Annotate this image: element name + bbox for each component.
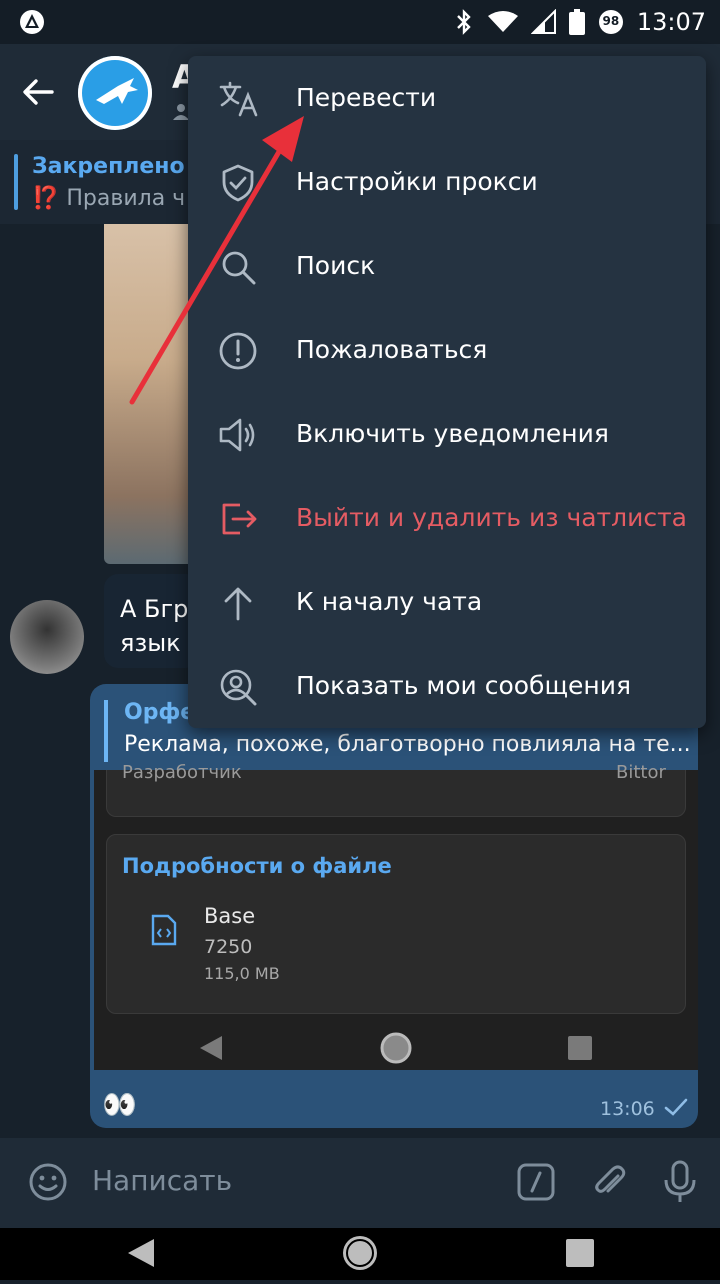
menu-item-label: К началу чата [296,587,483,616]
reply-author[interactable]: Орфе [124,700,195,725]
battery-icon [568,9,585,35]
jet-logo-icon [96,78,138,104]
code-file-icon [151,914,177,946]
pinned-accent-bar [14,154,18,210]
chat-avatar[interactable] [78,56,152,130]
pinned-text: ⁉️ Правила ч [32,186,186,211]
photo-message[interactable] [104,224,194,564]
status-time: 13:07 [636,8,706,36]
leave-icon [222,503,257,535]
system-nav-icons [128,1236,594,1270]
wifi-icon [487,11,518,32]
search-icon [222,251,256,285]
bot-command-icon[interactable] [516,1162,556,1202]
nav-home-icon [343,1236,377,1270]
screenshot-back-icon [200,1036,222,1060]
user-search-icon [220,669,257,706]
attach-icon[interactable] [590,1162,630,1202]
report-icon [219,332,257,370]
menu-item-translate[interactable]: Перевести [188,57,706,141]
battery-percent-text: 98 [602,14,620,28]
menu-item-enable-notifications[interactable]: Включить уведомления [188,393,706,477]
menu-item-show-my-messages[interactable]: Показать мои сообщения [188,645,706,729]
menu-item-proxy-settings[interactable]: Настройки прокси [188,141,706,225]
menu-item-label: Пожаловаться [296,335,488,364]
menu-item-label: Выйти и удалить из чатлиста [296,503,687,532]
menu-item-leave-delete[interactable]: Выйти и удалить из чатлиста [188,477,706,561]
signal-icon [530,9,556,34]
translate-icon [219,81,258,117]
system-nav-bar [0,1228,720,1280]
screenshot-developer-label: Разработчик [122,762,242,783]
reply-accent-bar [104,700,108,762]
screenshot-recents-icon [568,1036,592,1060]
app-notification-icon [20,10,44,34]
menu-item-label: Показать мои сообщения [296,671,632,700]
battery-percent-badge: 98 [597,8,625,36]
pinned-title: Закреплено [32,154,185,179]
menu-item-scroll-to-top[interactable]: К началу чата [188,561,706,645]
screenshot-nav-bar [200,1032,592,1064]
shield-icon [222,164,254,202]
message-time: 13:06 [600,1098,655,1120]
screenshot-details-title: Подробности о файле [122,854,392,878]
emoji-icon[interactable] [28,1162,68,1202]
message-input[interactable]: Написать [92,1164,232,1197]
file-name: Base [204,904,256,928]
file-build: 7250 [204,936,253,958]
menu-item-search[interactable]: Поиск [188,225,706,309]
menu-item-report[interactable]: Пожаловаться [188,309,706,393]
incoming-message-text: А Бгр язык [120,592,188,660]
menu-item-label: Перевести [296,83,437,112]
sender-avatar[interactable] [10,600,84,674]
microphone-icon[interactable] [660,1160,700,1204]
incoming-message-line: язык [120,629,181,657]
sent-check-icon [664,1098,688,1116]
nav-recents-icon [566,1239,594,1267]
emoji-message: 👀 [102,1088,137,1121]
message-composer: Написать [0,1138,720,1228]
screenshot-developer-value: Bittor [616,762,666,783]
incoming-message-line: А Бгр [120,595,189,623]
speaker-icon [219,418,255,452]
chat-options-menu: Перевести Настройки прокси Поиск Пожалов… [188,56,706,728]
back-arrow-icon[interactable] [18,72,58,112]
screenshot-home-icon [380,1032,412,1064]
arrow-up-icon [224,587,252,621]
bluetooth-icon [456,9,471,35]
status-icons: 98 13:07 [453,0,706,44]
menu-item-label: Включить уведомления [296,419,609,448]
status-bar: 98 13:07 [0,0,720,44]
menu-item-label: Настройки прокси [296,167,538,196]
nav-back-icon [128,1239,154,1267]
file-size: 115,0 MB [204,964,280,983]
reply-quote-text[interactable]: Реклама, похоже, благотворно повлияла на… [124,732,691,757]
menu-item-label: Поиск [296,251,376,280]
